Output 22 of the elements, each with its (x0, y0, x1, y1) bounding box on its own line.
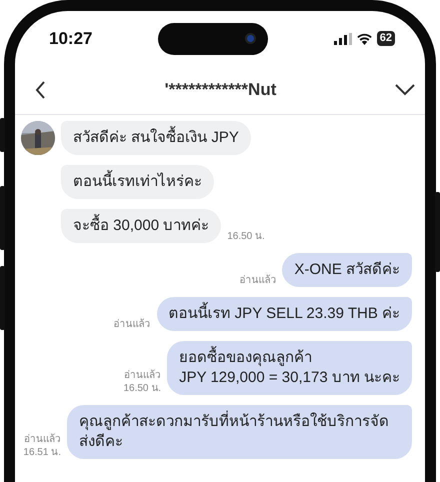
chevron-down-icon[interactable] (394, 84, 415, 96)
message-bubble: X-ONE สวัสดีค่ะ (282, 253, 412, 287)
message-bubble: ตอนนี้เรทเท่าไหร่คะ (61, 165, 214, 199)
message-bubble: ยอดซื้อของคุณลูกค้า JPY 129,000 = 30,173 บาท นะคะ (167, 341, 412, 395)
message-bubble: สวัสดีค่ะ สนใจซื้อเงิน JPY (61, 121, 251, 155)
read-receipt: อ่านแล้ว (239, 274, 276, 287)
signal-icon (334, 32, 352, 44)
message-time: 16.50 น. (123, 382, 162, 395)
message-time: 16.51 น. (23, 446, 61, 459)
wifi-icon (356, 32, 373, 45)
read-receipt: อ่านแล้ว (123, 369, 162, 382)
status-time: 10:27 (49, 28, 92, 50)
chat-title: '************Nut (164, 79, 276, 102)
camera-icon (245, 33, 256, 44)
message-bubble: คุณลูกค้าสะดวกมารับที่หน้าร้านหรือใช้บริการจัดส่งดีคะ (67, 405, 412, 459)
read-receipt: อ่านแล้ว (114, 318, 151, 331)
message-bubble: จะซื้อ 30,000 บาทค่ะ (61, 209, 222, 243)
message-bubble: ตอนนี้เรท JPY SELL 23.39 THB ค่ะ (156, 297, 412, 331)
battery-indicator: 62 (376, 31, 395, 46)
message-time: 16.50 น. (227, 230, 265, 243)
read-receipt: อ่านแล้ว (23, 433, 61, 446)
back-icon[interactable] (35, 81, 46, 99)
